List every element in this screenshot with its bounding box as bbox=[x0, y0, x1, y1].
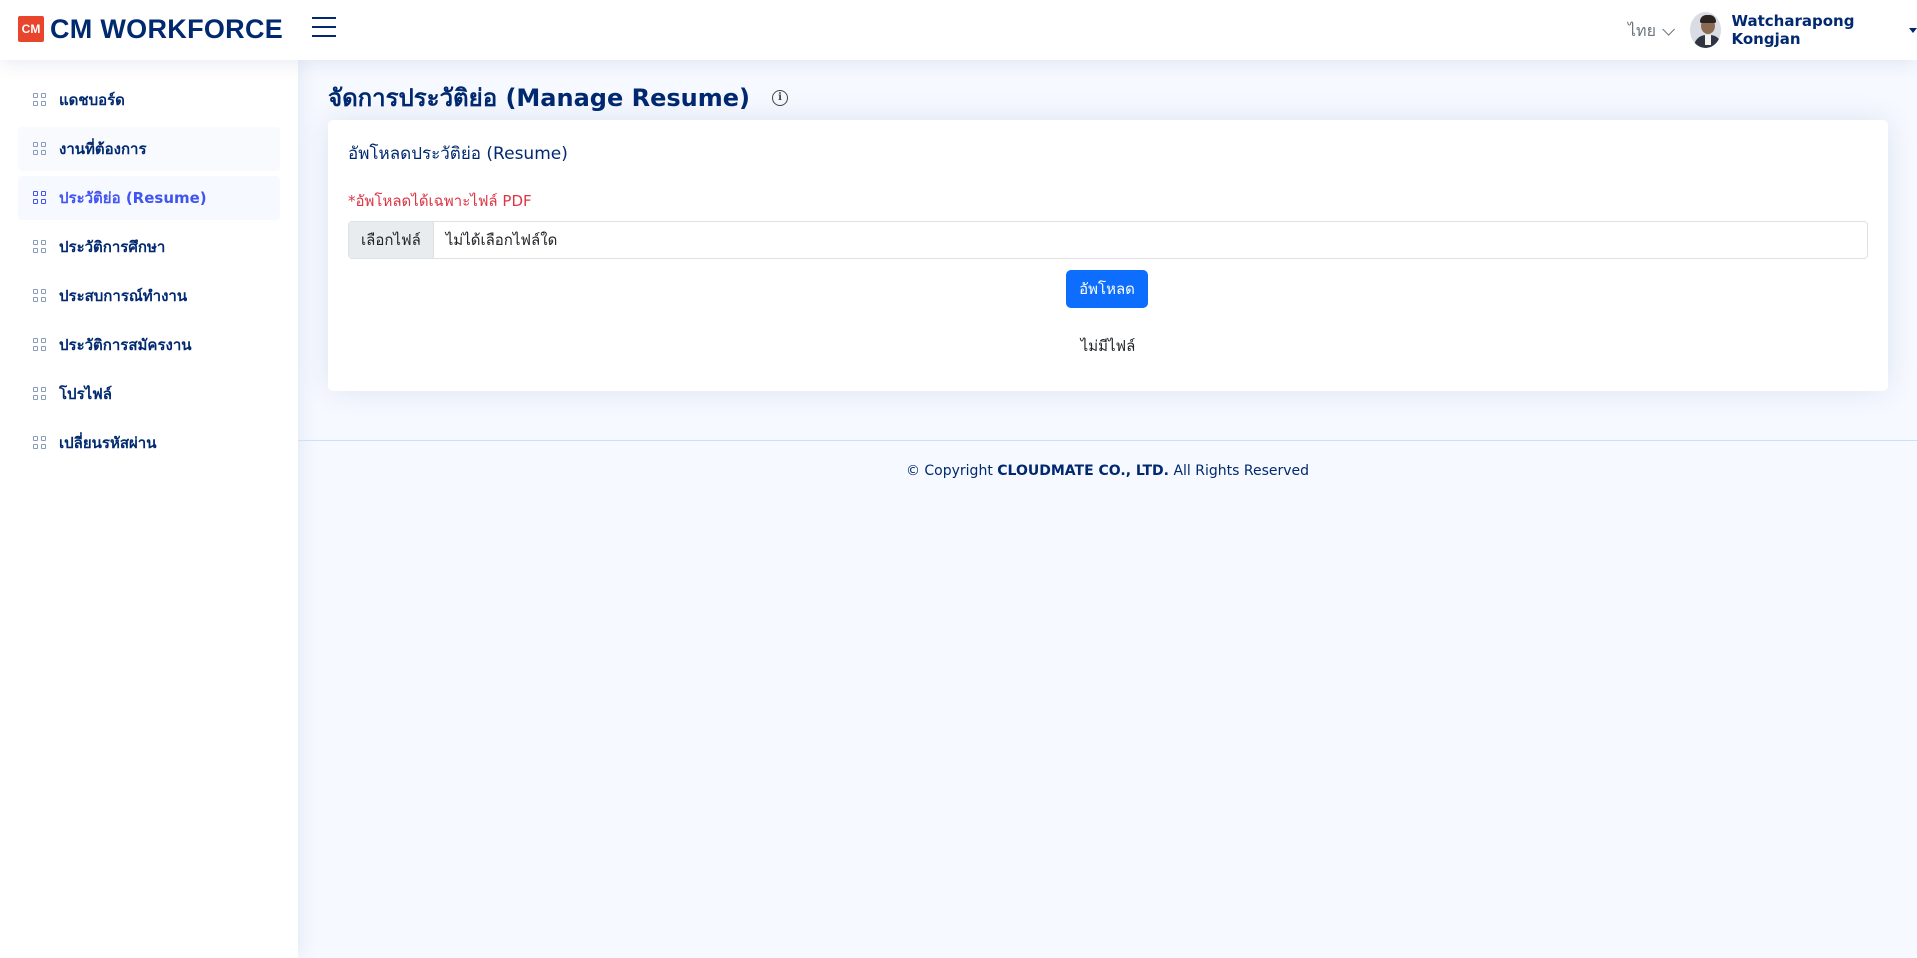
page-title: จัดการประวัติย่อ (Manage Resume) bbox=[328, 84, 750, 112]
upload-button[interactable]: อัพโหลด bbox=[1066, 270, 1148, 308]
sidebar-item-experience[interactable]: ประสบการณ์ทำงาน bbox=[18, 274, 280, 318]
choose-file-button[interactable]: เลือกไฟล์ bbox=[349, 222, 434, 258]
grid-icon bbox=[33, 240, 47, 254]
copyright-suffix: All Rights Reserved bbox=[1173, 463, 1310, 479]
page-title-row: จัดการประวัติย่อ (Manage Resume) i bbox=[328, 78, 788, 117]
language-label: ไทย bbox=[1628, 21, 1656, 40]
upload-card: อัพโหลดประวัติย่อ (Resume) *อัพโหลดได้เฉ… bbox=[328, 120, 1888, 391]
sidebar-item-label: เปลี่ยนรหัสผ่าน bbox=[59, 434, 157, 452]
grid-icon bbox=[33, 191, 47, 205]
sidebar-item-dashboard[interactable]: แดชบอร์ด bbox=[18, 78, 280, 122]
logo-text: CM WORKFORCE bbox=[50, 13, 284, 44]
sidebar-item-education[interactable]: ประวัติการศึกษา bbox=[18, 225, 280, 269]
pdf-only-note: *อัพโหลดได้เฉพาะไฟล์ PDF bbox=[348, 192, 532, 210]
chevron-down-icon bbox=[1662, 23, 1675, 36]
sidebar-item-label: งานที่ต้องการ bbox=[59, 140, 147, 158]
grid-icon bbox=[33, 338, 47, 352]
sidebar-item-profile[interactable]: โปรไฟล์ bbox=[18, 372, 280, 416]
no-file-text: ไม่มีไฟล์ bbox=[1080, 337, 1136, 355]
sidebar-item-label: ประวัติการสมัครงาน bbox=[59, 336, 192, 354]
sidebar-item-desired-jobs[interactable]: งานที่ต้องการ bbox=[18, 127, 280, 171]
sidebar-item-label: ประสบการณ์ทำงาน bbox=[59, 287, 188, 305]
company-name: CLOUDMATE CO., LTD. bbox=[997, 463, 1169, 479]
grid-icon bbox=[33, 387, 47, 401]
file-input[interactable]: เลือกไฟล์ ไม่ได้เลือกไฟล์ใด bbox=[348, 221, 1868, 259]
info-icon[interactable]: i bbox=[771, 89, 788, 106]
grid-icon bbox=[33, 93, 47, 107]
user-name: Watcharapong Kongjan bbox=[1731, 12, 1855, 48]
file-status: ไม่ได้เลือกไฟล์ใด bbox=[445, 231, 558, 249]
caret-down-icon bbox=[1909, 27, 1917, 33]
sidebar: แดชบอร์ด งานที่ต้องการ ประวัติย่อ (Resum… bbox=[0, 60, 298, 958]
footer: © Copyright CLOUDMATE CO., LTD. All Righ… bbox=[298, 440, 1917, 479]
sidebar-item-applications[interactable]: ประวัติการสมัครงาน bbox=[18, 323, 280, 367]
sidebar-item-resume[interactable]: ประวัติย่อ (Resume) bbox=[18, 176, 280, 220]
main-content: จัดการประวัติย่อ (Manage Resume) i อัพโห… bbox=[298, 60, 1917, 958]
copyright-prefix: © Copyright bbox=[905, 463, 993, 479]
sidebar-item-label: ประวัติย่อ (Resume) bbox=[59, 189, 207, 207]
sidebar-item-label: โปรไฟล์ bbox=[59, 385, 112, 403]
language-selector[interactable]: ไทย bbox=[1628, 19, 1675, 44]
avatar bbox=[1690, 12, 1722, 48]
grid-icon bbox=[33, 142, 47, 156]
logo-mark: CM bbox=[18, 16, 44, 42]
top-header: CM CM WORKFORCE ไทย Watcharapong Kongjan bbox=[0, 0, 1917, 60]
sidebar-item-label: ประวัติการศึกษา bbox=[59, 238, 166, 256]
card-title: อัพโหลดประวัติย่อ (Resume) bbox=[348, 144, 568, 164]
logo[interactable]: CM CM WORKFORCE bbox=[18, 14, 283, 44]
grid-icon bbox=[33, 289, 47, 303]
sidebar-item-label: แดชบอร์ด bbox=[59, 91, 125, 109]
grid-icon bbox=[33, 436, 47, 450]
sidebar-item-change-password[interactable]: เปลี่ยนรหัสผ่าน bbox=[18, 421, 280, 465]
profile-dropdown[interactable]: Watcharapong Kongjan bbox=[1690, 12, 1917, 48]
menu-toggle-icon[interactable] bbox=[312, 17, 336, 39]
